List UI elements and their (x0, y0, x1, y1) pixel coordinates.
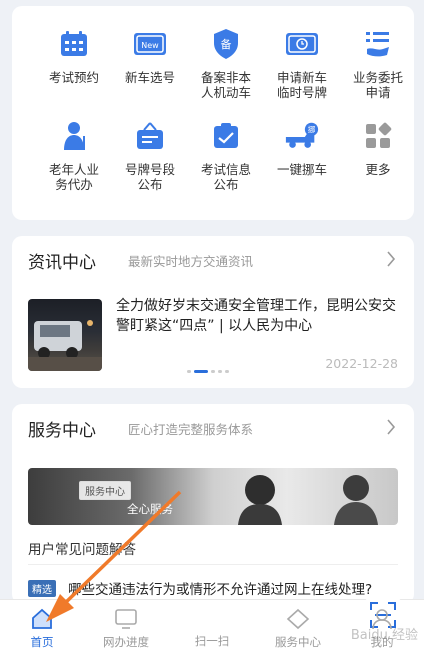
tab-label: 首页 (30, 635, 54, 649)
service-center-title: 服务中心 (28, 421, 96, 441)
service-label: 业务委托 申请 (352, 70, 403, 100)
service-label: 考试预约 (48, 70, 99, 85)
service-new-car-plate[interactable]: New 新车选号 (110, 26, 190, 85)
chevron-right-icon[interactable] (386, 418, 396, 440)
service-center-subtitle: 匠心打造完整服务体系 (128, 422, 254, 437)
watermark: Baidu 经验 (350, 628, 418, 643)
service-label: 申请新车 临时号牌 (276, 70, 327, 100)
news-subtitle: 最新实时地方交通资讯 (128, 254, 254, 269)
service-delegation[interactable]: 业务委托 申请 (338, 26, 418, 100)
diamond-icon (285, 606, 311, 632)
faq-title[interactable]: 用户常见问题解答 (28, 538, 136, 558)
svg-text:挪: 挪 (308, 124, 316, 134)
faq-item[interactable]: 精选 哪些交通违法行为或情形不允许通过网上在线处理? (28, 578, 404, 598)
tab-label: 网办进度 (103, 635, 149, 649)
service-label: 新车选号 (124, 70, 175, 85)
news-date: 2022-12-28 (325, 356, 398, 371)
exam-info-icon (208, 118, 244, 154)
tab-label: 服务中心 (275, 635, 321, 649)
service-exam-info[interactable]: 考试信息 公布 (186, 118, 266, 192)
news-title: 资讯中心 (28, 253, 96, 273)
service-plate-range[interactable]: 号牌号段 公布 (110, 118, 190, 192)
faq-question: 哪些交通违法行为或情形不允许通过网上在线处理? (68, 582, 373, 598)
banner-text: 全心服务 (127, 502, 173, 516)
service-label: 老年人业 务代办 (48, 162, 99, 192)
service-label: 一键挪车 (276, 162, 327, 177)
news-card[interactable]: 资讯中心 最新实时地方交通资讯 全力做好岁末交通安全管理工作，昆明公安交警盯紧这… (12, 236, 414, 388)
banner-tag: 服务中心 (79, 481, 131, 500)
service-exam-booking[interactable]: 考试预约 (34, 26, 114, 85)
move-car-icon: 挪 (284, 118, 320, 154)
tab-home[interactable]: 首页 (0, 600, 84, 657)
services-card: 考试预约 New 新车选号 备 备案非本 人机动车 申请新车 临时号牌 业务委托… (12, 6, 414, 220)
service-label: 号牌号段 公布 (124, 162, 175, 192)
calendar-icon (56, 26, 92, 62)
service-move-car[interactable]: 挪 一键挪车 (262, 118, 342, 177)
chevron-right-icon[interactable] (386, 250, 396, 272)
tab-service-center[interactable]: 服务中心 (256, 600, 340, 657)
monitor-icon (113, 606, 139, 632)
service-temp-plate[interactable]: 申请新车 临时号牌 (262, 26, 342, 100)
news-thumbnail[interactable] (28, 299, 102, 371)
svg-text:New: New (141, 41, 159, 50)
featured-tag: 精选 (28, 580, 56, 597)
divider (28, 564, 398, 565)
tab-scan[interactable]: 扫一扫 (170, 592, 406, 657)
plate-board-icon (132, 118, 168, 154)
service-center-card: 服务中心 匠心打造完整服务体系 服务中心 全心服务 用户常见问题解答 精选 哪些… (12, 404, 414, 604)
service-label: 更多 (365, 162, 391, 177)
carousel-indicator (187, 370, 229, 373)
service-more[interactable]: 更多 (338, 118, 418, 177)
service-elderly-agent[interactable]: 老年人业 务代办 (34, 118, 114, 192)
news-headline[interactable]: 全力做好岁末交通安全管理工作，昆明公安交警盯紧这“四点” | 以人民为中心 (116, 296, 400, 336)
service-record-vehicle[interactable]: 备 备案非本 人机动车 (186, 26, 266, 100)
delegate-list-icon (360, 26, 396, 62)
more-grid-icon (360, 118, 396, 154)
shield-record-icon: 备 (208, 26, 244, 62)
temp-plate-icon (284, 26, 320, 62)
service-banner[interactable]: 服务中心 全心服务 (28, 468, 398, 525)
elderly-person-icon (56, 118, 92, 154)
tab-progress[interactable]: 网办进度 (84, 600, 168, 657)
service-label: 考试信息 公布 (200, 162, 251, 192)
service-label: 备案非本 人机动车 (200, 70, 251, 100)
svg-text:备: 备 (221, 37, 232, 51)
tab-label: 扫一扫 (194, 634, 230, 648)
home-icon (29, 606, 55, 632)
new-plate-icon: New (132, 26, 168, 62)
service-center-header[interactable]: 服务中心 匠心打造完整服务体系 (28, 416, 400, 441)
news-header[interactable]: 资讯中心 最新实时地方交通资讯 (28, 248, 400, 273)
